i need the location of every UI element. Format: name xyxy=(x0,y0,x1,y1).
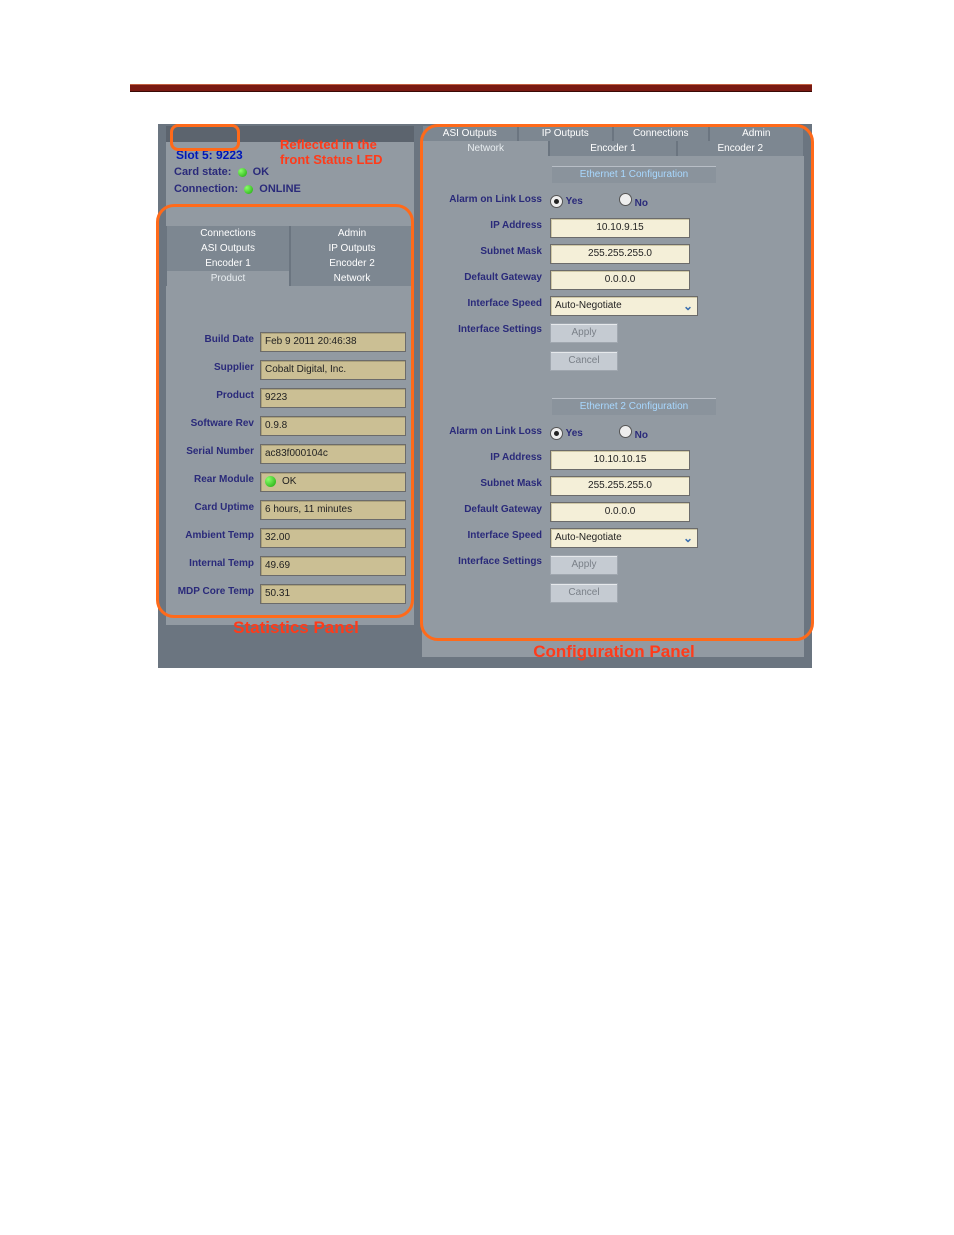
eth2-subnet-input[interactable]: 255.255.255.0 xyxy=(550,476,690,496)
ambient-temp-value: 32.00 xyxy=(260,528,406,548)
tab-ip-outputs-r[interactable]: IP Outputs xyxy=(518,126,614,141)
anno-config-panel: Configuration Panel xyxy=(504,642,724,662)
eth2-alarm-yes-radio[interactable] xyxy=(550,427,563,440)
anno-reflected: Reflected in thefront Status LED xyxy=(280,138,400,168)
eth2-speed-select[interactable]: Auto-Negotiate ⌄ xyxy=(550,528,698,548)
eth1-title: Ethernet 1 Configuration xyxy=(552,166,716,183)
tab-admin-r[interactable]: Admin xyxy=(709,126,805,141)
internal-temp-value: 49.69 xyxy=(260,556,406,576)
ambient-temp-label: Ambient Temp xyxy=(166,530,254,541)
card-state-label: Card state: xyxy=(174,166,231,178)
eth1-alarm-no-radio[interactable] xyxy=(619,193,632,206)
eth2-apply-button[interactable]: Apply xyxy=(550,555,618,575)
eth1-speed-select[interactable]: Auto-Negotiate ⌄ xyxy=(550,296,698,316)
eth1-gateway-input[interactable]: 0.0.0.0 xyxy=(550,270,690,290)
mdp-core-temp-value: 50.31 xyxy=(260,584,406,604)
yes-label: Yes xyxy=(566,196,583,207)
ok-led-icon xyxy=(238,168,247,177)
configuration-column: ASI Outputs IP Outputs Connections Admin… xyxy=(422,126,804,657)
eth2-cancel-button[interactable]: Cancel xyxy=(550,583,618,603)
tab-encoder-2-r[interactable]: Encoder 2 xyxy=(677,141,804,156)
build-date-label: Build Date xyxy=(166,334,254,345)
eth2-speed-label: Interface Speed xyxy=(422,530,542,541)
card-uptime-label: Card Uptime xyxy=(166,502,254,513)
slot-title: Slot 5: 9223 xyxy=(176,148,243,162)
rear-module-text: OK xyxy=(282,476,296,487)
chevron-down-icon: ⌄ xyxy=(682,532,694,544)
statistics-column: Slot 5: 9223 Card state: OK Connection: … xyxy=(166,126,414,625)
eth2-ip-label: IP Address xyxy=(422,452,542,463)
no-label: No xyxy=(635,198,648,209)
eth2-settings-label: Interface Settings xyxy=(422,556,542,567)
rear-module-led-icon xyxy=(265,476,276,487)
config-tabs: ASI Outputs IP Outputs Connections Admin… xyxy=(422,126,804,160)
tab-encoder-2[interactable]: Encoder 2 xyxy=(290,256,414,271)
eth1-cancel-button[interactable]: Cancel xyxy=(550,351,618,371)
eth2-gateway-input[interactable]: 0.0.0.0 xyxy=(550,502,690,522)
eth1-alarm-yes-radio[interactable] xyxy=(550,195,563,208)
eth2-gateway-label: Default Gateway xyxy=(422,504,542,515)
internal-temp-label: Internal Temp xyxy=(166,558,254,569)
connection-row: Connection: ONLINE xyxy=(174,181,406,198)
serial-number-label: Serial Number xyxy=(166,446,254,457)
tab-asi-outputs[interactable]: ASI Outputs xyxy=(166,241,290,256)
chevron-down-icon: ⌄ xyxy=(682,300,694,312)
card-state-value: OK xyxy=(253,166,270,178)
eth1-settings-label: Interface Settings xyxy=(422,324,542,335)
eth2-speed-value: Auto-Negotiate xyxy=(555,532,622,543)
product-label: Product xyxy=(166,390,254,401)
online-led-icon xyxy=(244,185,253,194)
supplier-value: Cobalt Digital, Inc. xyxy=(260,360,406,380)
connection-label: Connection: xyxy=(174,183,238,195)
software-rev-value: 0.9.8 xyxy=(260,416,406,436)
tab-encoder-1[interactable]: Encoder 1 xyxy=(166,256,290,271)
eth1-subnet-input[interactable]: 255.255.255.0 xyxy=(550,244,690,264)
eth1-gateway-label: Default Gateway xyxy=(422,272,542,283)
tab-connections-r[interactable]: Connections xyxy=(613,126,709,141)
eth2-alarm-label: Alarm on Link Loss xyxy=(422,426,542,437)
card-uptime-value: 6 hours, 11 minutes xyxy=(260,500,406,520)
eth1-subnet-label: Subnet Mask xyxy=(422,246,542,257)
eth1-speed-label: Interface Speed xyxy=(422,298,542,309)
tab-network[interactable]: Network xyxy=(290,271,414,286)
screenshot-figure: Slot 5: 9223 Card state: OK Connection: … xyxy=(158,124,812,668)
tab-asi-outputs-r[interactable]: ASI Outputs xyxy=(422,126,518,141)
supplier-label: Supplier xyxy=(166,362,254,373)
eth1-apply-button[interactable]: Apply xyxy=(550,323,618,343)
serial-number-value: ac83f000104c xyxy=(260,444,406,464)
eth1-alarm-label: Alarm on Link Loss xyxy=(422,194,542,205)
tab-network-r[interactable]: Network xyxy=(422,141,549,156)
anno-stats-panel: Statistics Panel xyxy=(206,618,386,638)
eth1-speed-value: Auto-Negotiate xyxy=(555,300,622,311)
tab-encoder-1-r[interactable]: Encoder 1 xyxy=(549,141,676,156)
connection-value: ONLINE xyxy=(259,183,301,195)
eth2-alarm-no-radio[interactable] xyxy=(619,425,632,438)
eth2-title: Ethernet 2 Configuration xyxy=(552,398,716,415)
page-rule xyxy=(130,84,812,92)
left-pane: Slot 5: 9223 Card state: OK Connection: … xyxy=(166,142,414,625)
tab-admin[interactable]: Admin xyxy=(290,226,414,241)
mdp-core-temp-label: MDP Core Temp xyxy=(166,586,254,597)
yes-label-2: Yes xyxy=(566,428,583,439)
no-label-2: No xyxy=(635,430,648,441)
tab-connections[interactable]: Connections xyxy=(166,226,290,241)
tab-ip-outputs[interactable]: IP Outputs xyxy=(290,241,414,256)
eth1-ip-input[interactable]: 10.10.9.15 xyxy=(550,218,690,238)
product-value: 9223 xyxy=(260,388,406,408)
right-pane: ASI Outputs IP Outputs Connections Admin… xyxy=(422,126,804,657)
eth2-subnet-label: Subnet Mask xyxy=(422,478,542,489)
rear-module-value: OK xyxy=(260,472,406,492)
tab-product[interactable]: Product xyxy=(166,271,290,286)
build-date-value: Feb 9 2011 20:46:38 xyxy=(260,332,406,352)
software-rev-label: Software Rev xyxy=(166,418,254,429)
stats-tabs: Connections Admin ASI Outputs IP Outputs… xyxy=(166,226,414,286)
eth1-ip-label: IP Address xyxy=(422,220,542,231)
eth2-ip-input[interactable]: 10.10.10.15 xyxy=(550,450,690,470)
rear-module-label: Rear Module xyxy=(166,474,254,485)
